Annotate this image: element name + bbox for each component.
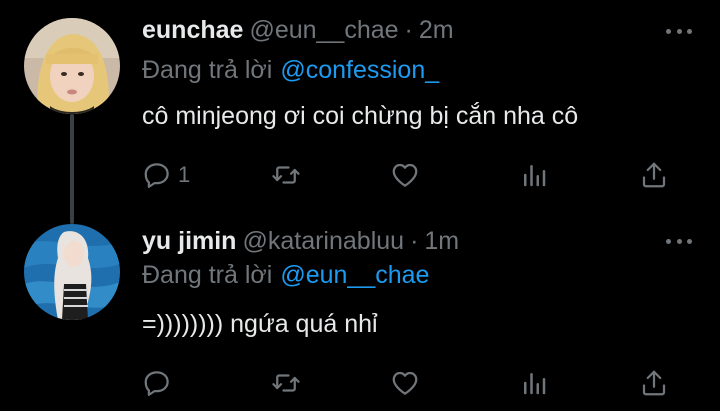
tweet[interactable]: yu jimin @katarinabluu · 1m Đang trả lời @eu… bbox=[0, 212, 720, 411]
more-icon bbox=[666, 238, 671, 244]
timestamp[interactable]: 1m bbox=[424, 227, 459, 255]
reply-button[interactable] bbox=[142, 368, 172, 398]
avatar[interactable] bbox=[24, 224, 120, 320]
tweet-text: cô minjeong ơi coi chừng bị cắn nha cô bbox=[142, 102, 579, 130]
thread-connector-line bbox=[70, 114, 74, 224]
share-button[interactable] bbox=[639, 160, 669, 190]
like-icon bbox=[392, 371, 418, 395]
like-button[interactable] bbox=[390, 368, 420, 398]
replying-to: Đang trả lời @eun__chae bbox=[142, 260, 429, 290]
like-icon bbox=[392, 163, 418, 187]
tweet-header: eunchae @eun__chae · 2m bbox=[142, 15, 454, 45]
more-icon bbox=[666, 28, 671, 34]
reply-icon bbox=[144, 163, 169, 188]
separator-dot: · bbox=[404, 16, 413, 44]
replying-to-mention[interactable]: @confession_ bbox=[280, 56, 439, 84]
tweet-header: yu jimin @katarinabluu · 1m bbox=[142, 226, 459, 256]
username-handle[interactable]: @katarinabluu bbox=[242, 227, 404, 255]
stats-button[interactable] bbox=[519, 368, 549, 398]
share-button[interactable] bbox=[639, 368, 669, 398]
username-handle[interactable]: @eun__chae bbox=[249, 16, 398, 44]
tweet-text: =)))))))) ngứa quá nhỉ bbox=[142, 310, 378, 338]
avatar[interactable] bbox=[24, 18, 120, 114]
replying-to-mention[interactable]: @eun__chae bbox=[280, 261, 429, 289]
more-options-button[interactable] bbox=[666, 16, 692, 46]
share-icon bbox=[642, 370, 666, 396]
retweet-icon bbox=[272, 374, 300, 392]
replying-to-label: Đang trả lời bbox=[142, 261, 273, 289]
display-name[interactable]: yu jimin bbox=[142, 227, 236, 255]
reply-button[interactable]: 1 bbox=[142, 160, 190, 190]
stats-icon bbox=[524, 373, 546, 395]
replying-to-label: Đang trả lời bbox=[142, 56, 273, 84]
display-name[interactable]: eunchae bbox=[142, 16, 243, 44]
replying-to: Đang trả lời @confession_ bbox=[142, 55, 439, 85]
tweet[interactable]: eunchae @eun__chae · 2m Đang trả lời @confes… bbox=[0, 0, 720, 224]
share-icon bbox=[642, 162, 666, 188]
retweet-button[interactable] bbox=[271, 368, 301, 398]
tweet-actions bbox=[142, 368, 682, 398]
reply-count: 1 bbox=[178, 162, 191, 187]
more-options-button[interactable] bbox=[666, 226, 692, 256]
tweet-actions: 1 bbox=[142, 160, 682, 190]
retweet-icon bbox=[272, 166, 300, 184]
stats-button[interactable] bbox=[519, 160, 549, 190]
reply-icon bbox=[144, 371, 169, 396]
separator-dot: · bbox=[410, 227, 419, 255]
retweet-button[interactable] bbox=[271, 160, 301, 190]
stats-icon bbox=[524, 165, 546, 187]
timestamp[interactable]: 2m bbox=[419, 16, 454, 44]
like-button[interactable] bbox=[390, 160, 420, 190]
